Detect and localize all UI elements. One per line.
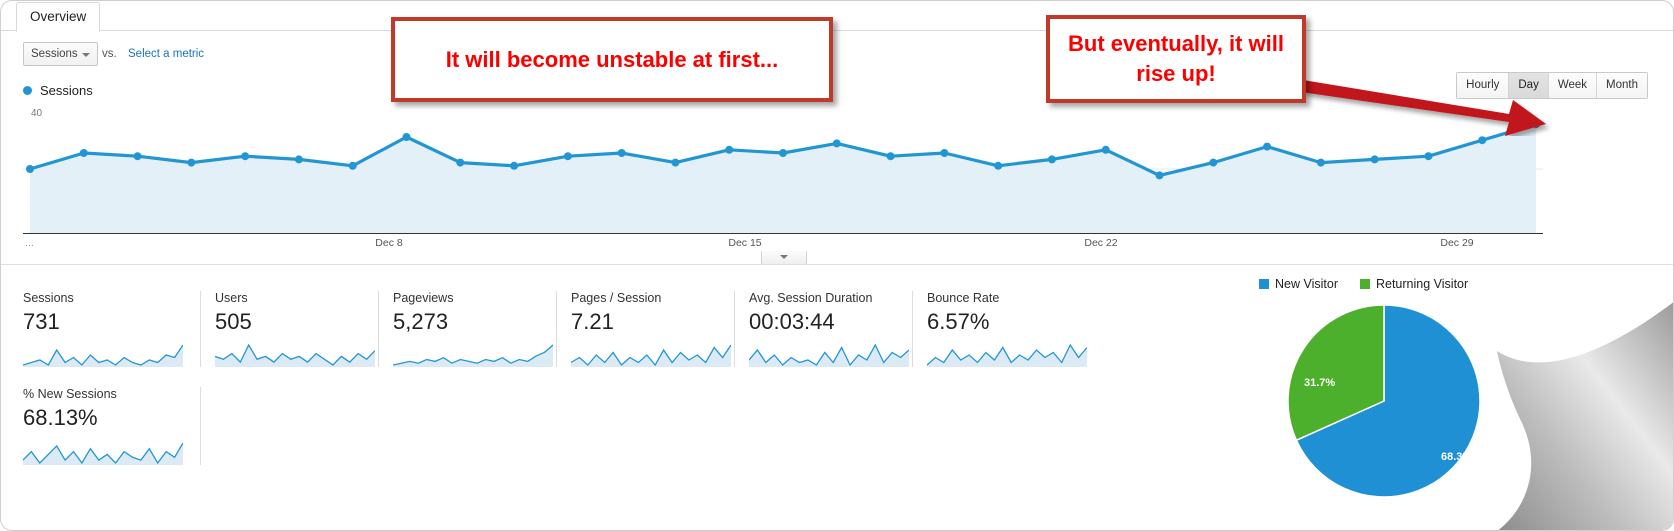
metric-card-row: Sessions 731 Users 505 Pageviews 5,273 P… bbox=[23, 291, 1133, 367]
chevron-down-icon bbox=[780, 255, 788, 259]
x-tick-label-2: Dec 15 bbox=[728, 237, 762, 249]
pie-chart-svg bbox=[1287, 304, 1481, 498]
sparkline-sessions bbox=[23, 344, 183, 367]
legend-swatch-new-visitor bbox=[1259, 279, 1269, 289]
panel-divider bbox=[1, 264, 1673, 265]
metric-card-percent-new-sessions[interactable]: % New Sessions 68.13% bbox=[23, 387, 201, 465]
visitor-type-pie-chart[interactable]: 31.7% 68.3% bbox=[1269, 301, 1499, 501]
legend-swatch-returning-visitor bbox=[1359, 279, 1370, 289]
metric-card-value: 505 bbox=[215, 309, 252, 334]
annotation-callout-2: But eventually, it will rise up! bbox=[1046, 15, 1306, 103]
sparkline-avg-session-duration bbox=[749, 343, 909, 367]
red-arrow-icon bbox=[1301, 80, 1546, 136]
sparkline-bounce-rate bbox=[927, 343, 1087, 367]
chevron-down-icon bbox=[82, 53, 90, 57]
pie-chart-legend: New Visitor Returning Visitor bbox=[1259, 277, 1468, 291]
analytics-overview-panel: Overview Sessions vs. Select a metric Ho… bbox=[0, 0, 1674, 531]
tab-strip: Overview bbox=[1, 1, 1673, 32]
metric-select-dropdown[interactable]: Sessions bbox=[23, 42, 98, 66]
legend-series-label: Sessions bbox=[40, 83, 93, 98]
metric-card-pageviews[interactable]: Pageviews 5,273 bbox=[379, 291, 557, 367]
metric-selector-row: Sessions vs. Select a metric Hourly Day … bbox=[1, 32, 1673, 99]
metric-card-bounce-rate[interactable]: Bounce Rate 6.57% bbox=[913, 291, 1091, 367]
legend-label-returning-visitor: Returning Visitor bbox=[1375, 277, 1469, 291]
granularity-month[interactable]: Month bbox=[1597, 73, 1647, 98]
tab-strip-divider bbox=[1, 30, 1673, 31]
metric-card-title: Avg. Session Duration bbox=[749, 291, 873, 305]
metric-card-title: % New Sessions bbox=[23, 387, 117, 401]
metric-card-avg-session-duration[interactable]: Avg. Session Duration 00:03:44 bbox=[735, 291, 913, 367]
vs-label: vs. bbox=[102, 48, 117, 60]
metric-card-pages-per-session[interactable]: Pages / Session 7.21 bbox=[557, 291, 735, 367]
metric-card-value: 5,273 bbox=[393, 309, 449, 334]
metric-card-value: 7.21 bbox=[571, 309, 614, 334]
metric-card-title: Sessions bbox=[23, 291, 74, 305]
metric-card-title: Users bbox=[215, 291, 248, 305]
metric-card-value: 68.13% bbox=[23, 405, 98, 430]
sparkline-pages-per-session bbox=[571, 344, 731, 367]
sparkline-users bbox=[215, 343, 375, 367]
annotation-callout-1: It will become unstable at first... bbox=[391, 17, 833, 102]
metric-card-title: Pages / Session bbox=[571, 291, 662, 305]
annotation-text: It will become unstable at first... bbox=[445, 46, 779, 72]
tab-overview[interactable]: Overview bbox=[16, 2, 101, 32]
legend-label-new-visitor: New Visitor bbox=[1275, 277, 1338, 291]
x-axis-line bbox=[23, 233, 1543, 234]
annotation-text: But eventually, it will rise up! bbox=[1068, 31, 1284, 86]
metric-select-label: Sessions bbox=[31, 48, 78, 60]
metric-cards: Sessions 731 Users 505 Pageviews 5,273 P… bbox=[23, 291, 1133, 465]
x-tick-label-0: ... bbox=[25, 237, 34, 249]
sparkline-pageviews bbox=[393, 344, 553, 367]
pie-label-returning-visitor: 31.7% bbox=[1304, 377, 1336, 389]
chart-legend: Sessions bbox=[23, 83, 93, 98]
metric-card-users[interactable]: Users 505 bbox=[201, 291, 379, 367]
x-tick-label-3: Dec 22 bbox=[1084, 237, 1118, 249]
sparkline-percent-new-sessions bbox=[23, 442, 183, 465]
metric-card-row: % New Sessions 68.13% bbox=[23, 387, 1133, 465]
pie-label-new-visitor: 68.3% bbox=[1441, 451, 1473, 463]
metric-card-value: 6.57% bbox=[927, 309, 990, 334]
select-a-metric-link[interactable]: Select a metric bbox=[128, 48, 204, 60]
metric-card-value: 00:03:44 bbox=[749, 309, 835, 334]
legend-color-dot bbox=[23, 86, 32, 95]
metric-card-title: Pageviews bbox=[393, 291, 454, 305]
metric-card-title: Bounce Rate bbox=[927, 291, 1000, 305]
metric-card-value: 731 bbox=[23, 309, 60, 334]
x-tick-label-1: Dec 8 bbox=[375, 237, 403, 249]
x-tick-label-4: Dec 29 bbox=[1440, 237, 1474, 249]
metric-card-sessions[interactable]: Sessions 731 bbox=[23, 291, 201, 367]
collapse-chart-handle[interactable] bbox=[761, 251, 807, 265]
